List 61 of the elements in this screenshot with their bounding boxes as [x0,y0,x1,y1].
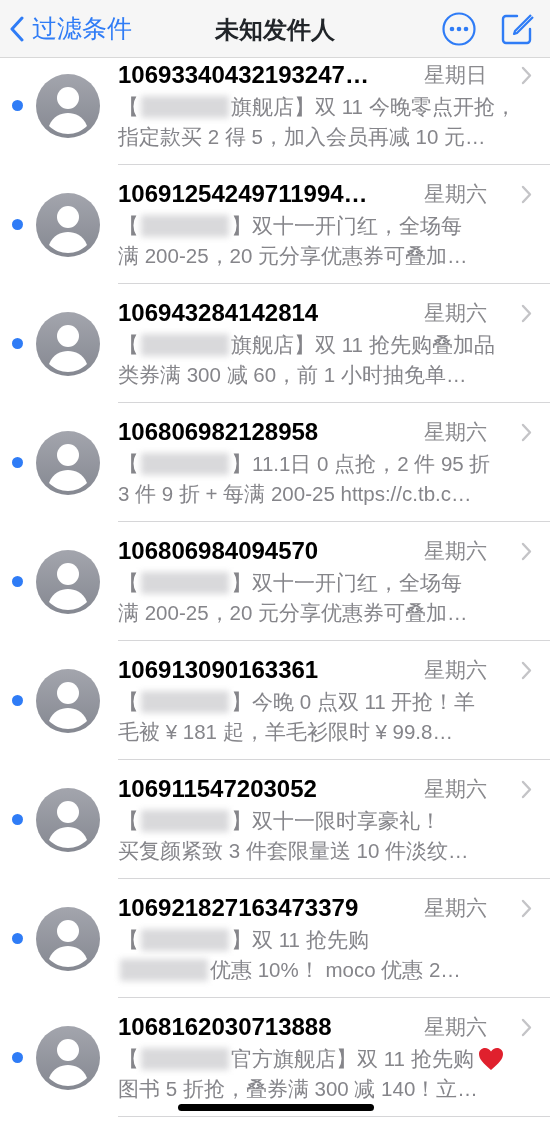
message-time: 星期六 [424,1014,487,1041]
home-indicator[interactable] [178,1104,374,1111]
avatar-icon [36,192,100,257]
message-preview: 满 200-25，20 元分享优惠券可叠加… [118,602,468,624]
message-time: 星期六 [424,776,487,803]
message-time: 星期日 [424,62,487,89]
message-time: 星期六 [424,538,487,565]
sender-name: 106913090163361 [118,655,320,685]
heart-icon [477,1047,504,1071]
message-time: 星期六 [424,181,487,208]
message-preview: 毛被 ¥ 181 起，羊毛衫限时 ¥ 99.8… [118,721,453,743]
chevron-icon[interactable] [521,660,532,680]
avatar-icon [36,430,100,495]
message-preview: 优惠 10%！ moco 优惠 2… [118,959,461,981]
chevron-icon[interactable] [521,779,532,799]
message-preview: 【 官方旗舰店】双 11 抢先购 [118,1048,474,1070]
avatar-icon [36,1025,100,1090]
nav-title: 未知发件人 [215,16,335,43]
message-time: 星期六 [424,419,487,446]
chevron-icon[interactable] [521,422,532,442]
chevron-icon[interactable] [521,184,532,204]
message-preview: 【 】双十一限时享豪礼！ [118,810,441,832]
chevron-icon[interactable] [521,1017,532,1037]
avatar-icon [36,73,100,138]
sender-name: 106806982128958 [118,417,320,447]
back-button[interactable]: 过滤条件 [0,9,132,48]
message-time: 星期六 [424,895,487,922]
sender-name: 10693340432193247… [118,60,370,90]
chevron-icon[interactable] [521,65,532,85]
avatar-icon [36,787,100,852]
message-time: 星期六 [424,300,487,327]
chevron-icon[interactable] [521,898,532,918]
sender-name: 106911547203052 [118,774,318,804]
message-preview: 指定款买 2 得 5，加入会员再减 10 元… [118,126,486,148]
avatar-icon [36,311,100,376]
chevron-icon[interactable] [521,303,532,323]
message-preview: 【 】今晚 0 点双 11 开抢！羊 [118,691,476,713]
sender-name: 106806984094570 [118,536,320,566]
message-preview: 【 旗舰店】双 11 今晚零点开抢， [118,96,516,118]
message-preview: 满 200-25，20 元分享优惠券可叠加… [118,245,468,267]
compose-icon[interactable] [500,11,534,46]
avatar-icon [36,549,100,614]
sender-name: 1068162030713888 [118,1012,333,1042]
sender-name: 106943284142814 [118,298,320,328]
message-preview: 【 旗舰店】双 11 抢先购叠加品 [118,334,495,356]
message-preview: 【 】双十一开门红，全场每 [118,215,462,237]
sender-name: 10691254249711994… [118,179,369,209]
back-icon[interactable] [10,15,24,42]
message-preview: 类券满 300 减 60，前 1 小时抽免单… [118,364,467,386]
message-preview: 3 件 9 折 + 每满 200-25 https://c.tb.c… [118,483,472,505]
message-preview: 【 】双 11 抢先购 [118,929,369,951]
sender-name: 106921827163473379 [118,893,360,923]
message-preview: 图书 5 折抢，叠券满 300 减 140！立… [118,1078,478,1100]
avatar-icon [36,906,100,971]
message-preview: 买复颜紧致 3 件套限量送 10 件淡纹… [118,840,469,862]
message-time: 星期六 [424,657,487,684]
message-preview: 【 】双十一开门红，全场每 [118,572,462,594]
more-icon[interactable] [442,11,476,46]
avatar-icon [36,668,100,733]
message-preview: 【 】11.1日 0 点抢，2 件 95 折 [118,453,491,475]
chevron-icon[interactable] [521,541,532,561]
